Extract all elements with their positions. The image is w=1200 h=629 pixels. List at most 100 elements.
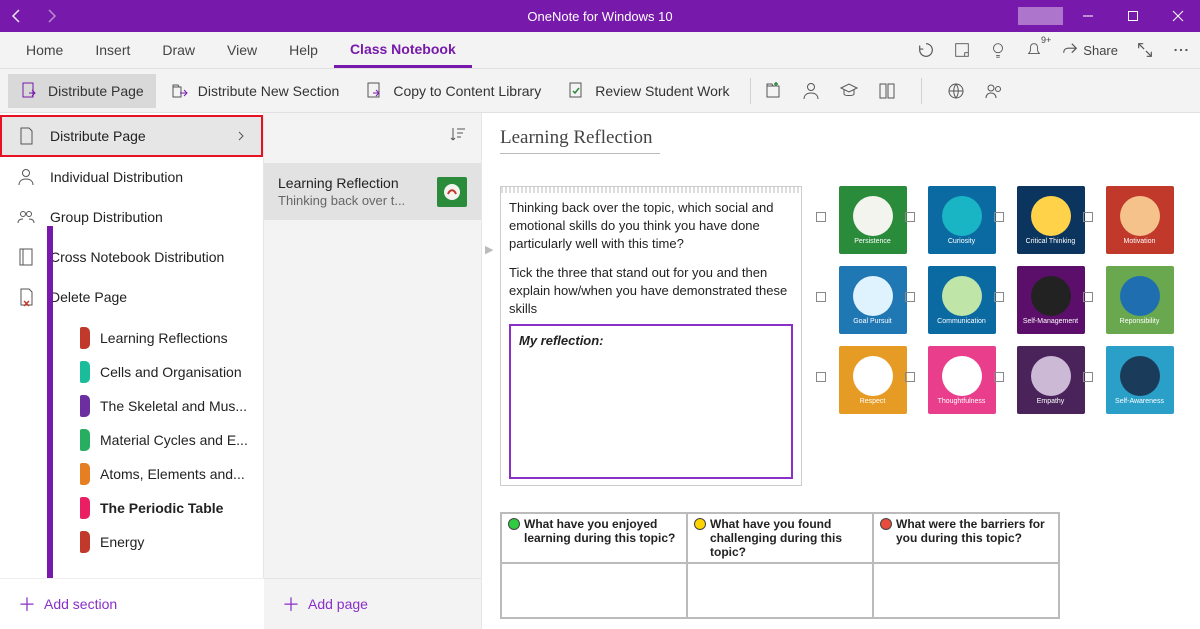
notifications-button[interactable]: 9+ — [1025, 41, 1043, 59]
skills-grid: Persistence CuriosityCritical Thinking Mot… — [830, 186, 1182, 422]
menu-individual-distribution[interactable]: Individual Distribution — [0, 157, 263, 197]
class-notebook-toolbar: Distribute Page Distribute New Section C… — [0, 69, 1200, 113]
section-item[interactable]: The Periodic Table — [0, 491, 263, 525]
section-navigator: Distribute Page Individual Distribution … — [0, 113, 264, 629]
skill-card: Respect — [830, 346, 915, 422]
page-thumbnail — [437, 177, 467, 207]
section-item[interactable]: Learning Reflections — [0, 321, 263, 355]
section-item[interactable]: The Skeletal and Mus... — [0, 389, 263, 423]
menu-individual-label: Individual Distribution — [50, 169, 183, 185]
ribbon-right-tools: 9+ Share — [917, 41, 1190, 59]
window-maximize-button[interactable] — [1110, 0, 1155, 32]
skill-name: Persistence — [854, 238, 891, 245]
nav-back-button[interactable] — [0, 0, 34, 32]
skill-checkbox[interactable] — [994, 212, 1004, 222]
copy-content-label: Copy to Content Library — [393, 83, 541, 99]
assignments-icon[interactable] — [877, 81, 897, 101]
review-student-work-button[interactable]: Review Student Work — [555, 74, 741, 108]
skill-checkbox[interactable] — [905, 372, 915, 382]
menu-cross-notebook[interactable]: Cross Notebook Distribution — [0, 237, 263, 277]
menu-group-distribution[interactable]: Group Distribution — [0, 197, 263, 237]
menu-distribute-page-label: Distribute Page — [50, 128, 146, 144]
page-canvas[interactable]: Learning Reflection Thinking back over t… — [482, 113, 1200, 629]
page-title-heading[interactable]: Learning Reflection — [500, 127, 660, 154]
skill-checkbox[interactable] — [816, 372, 826, 382]
skill-checkbox[interactable] — [994, 292, 1004, 302]
tab-help[interactable]: Help — [273, 32, 334, 68]
globe-icon[interactable] — [946, 81, 966, 101]
page-item-selected[interactable]: Learning Reflection Thinking back over t… — [264, 163, 481, 220]
tab-insert[interactable]: Insert — [79, 32, 146, 68]
group-icon — [16, 207, 36, 227]
skill-checkbox[interactable] — [905, 292, 915, 302]
skill-card: Critical Thinking — [1008, 186, 1093, 262]
skill-checkbox[interactable] — [905, 212, 915, 222]
section-label: Cells and Organisation — [100, 364, 242, 380]
menu-distribute-page[interactable]: Distribute Page — [0, 115, 263, 157]
nav-forward-button[interactable] — [34, 0, 68, 32]
distribute-section-label: Distribute New Section — [198, 83, 340, 99]
answer-amber[interactable] — [687, 563, 873, 618]
more-icon[interactable] — [1172, 41, 1190, 59]
answer-green[interactable] — [501, 563, 687, 618]
question-red[interactable]: What were the barriers for you during th… — [873, 513, 1059, 563]
skill-card: Curiosity — [919, 186, 1004, 262]
reflection-question-table: What have you enjoyed learning during th… — [500, 512, 1060, 619]
tab-view[interactable]: View — [211, 32, 273, 68]
add-page-button[interactable]: ＋ Add page — [264, 578, 481, 629]
copy-content-icon — [365, 81, 385, 101]
skill-name: Reponsibility — [1120, 318, 1160, 325]
skill-name: Self-Management — [1023, 318, 1078, 325]
skill-checkbox[interactable] — [1083, 372, 1093, 382]
section-item[interactable]: Energy — [0, 525, 263, 559]
delete-page-icon — [16, 287, 36, 307]
copy-content-library-button[interactable]: Copy to Content Library — [353, 74, 553, 108]
distribute-new-section-button[interactable]: Distribute New Section — [158, 74, 352, 108]
window-titlebar: OneNote for Windows 10 — [0, 0, 1200, 32]
section-item[interactable]: Cells and Organisation — [0, 355, 263, 389]
prompt-text-1: Thinking back over the topic, which soci… — [509, 199, 793, 254]
answer-red[interactable] — [873, 563, 1059, 618]
skill-card: Communication — [919, 266, 1004, 342]
reflection-box[interactable]: My reflection: — [509, 324, 793, 479]
section-item[interactable]: Material Cycles and E... — [0, 423, 263, 457]
add-section-group-icon[interactable] — [763, 81, 783, 101]
skill-checkbox[interactable] — [994, 372, 1004, 382]
skill-card: Persistence — [830, 186, 915, 262]
add-section-button[interactable]: ＋ Add section — [0, 578, 264, 629]
sort-pages-button[interactable] — [449, 125, 467, 143]
skill-name: Motivation — [1124, 238, 1156, 245]
window-close-button[interactable] — [1155, 0, 1200, 32]
notification-count: 9+ — [1041, 35, 1051, 45]
section-label: The Periodic Table — [100, 500, 223, 516]
people-icon[interactable] — [984, 81, 1004, 101]
collapse-toggle-icon[interactable]: ▶ — [485, 243, 493, 258]
window-minimize-button[interactable] — [1065, 0, 1110, 32]
tab-class-notebook[interactable]: Class Notebook — [334, 32, 472, 68]
distribute-page-icon — [20, 81, 40, 101]
tab-home[interactable]: Home — [10, 32, 79, 68]
share-button[interactable]: Share — [1061, 41, 1118, 59]
section-item[interactable]: Atoms, Elements and... — [0, 457, 263, 491]
notebook-icon — [16, 247, 36, 267]
tab-draw[interactable]: Draw — [146, 32, 211, 68]
question-amber[interactable]: What have you found challenging during t… — [687, 513, 873, 563]
menu-delete-page[interactable]: Delete Page — [0, 277, 263, 317]
note-icon[interactable] — [953, 41, 971, 59]
fullscreen-icon[interactable] — [1136, 41, 1154, 59]
add-student-icon[interactable] — [801, 81, 821, 101]
skill-checkbox[interactable] — [1083, 212, 1093, 222]
prompt-container[interactable]: Thinking back over the topic, which soci… — [500, 186, 802, 486]
undo-icon[interactable] — [917, 41, 935, 59]
question-green[interactable]: What have you enjoyed learning during th… — [501, 513, 687, 563]
skill-name: Communication — [937, 318, 986, 325]
prompt-text-2: Tick the three that stand out for you an… — [509, 264, 793, 319]
skill-checkbox[interactable] — [816, 292, 826, 302]
page-list-panel: Learning Reflection Thinking back over t… — [264, 113, 482, 629]
lightbulb-icon[interactable] — [989, 41, 1007, 59]
distribute-page-button[interactable]: Distribute Page — [8, 74, 156, 108]
reflection-heading: My reflection: — [519, 333, 604, 348]
education-icon[interactable] — [839, 81, 859, 101]
skill-checkbox[interactable] — [816, 212, 826, 222]
skill-checkbox[interactable] — [1083, 292, 1093, 302]
